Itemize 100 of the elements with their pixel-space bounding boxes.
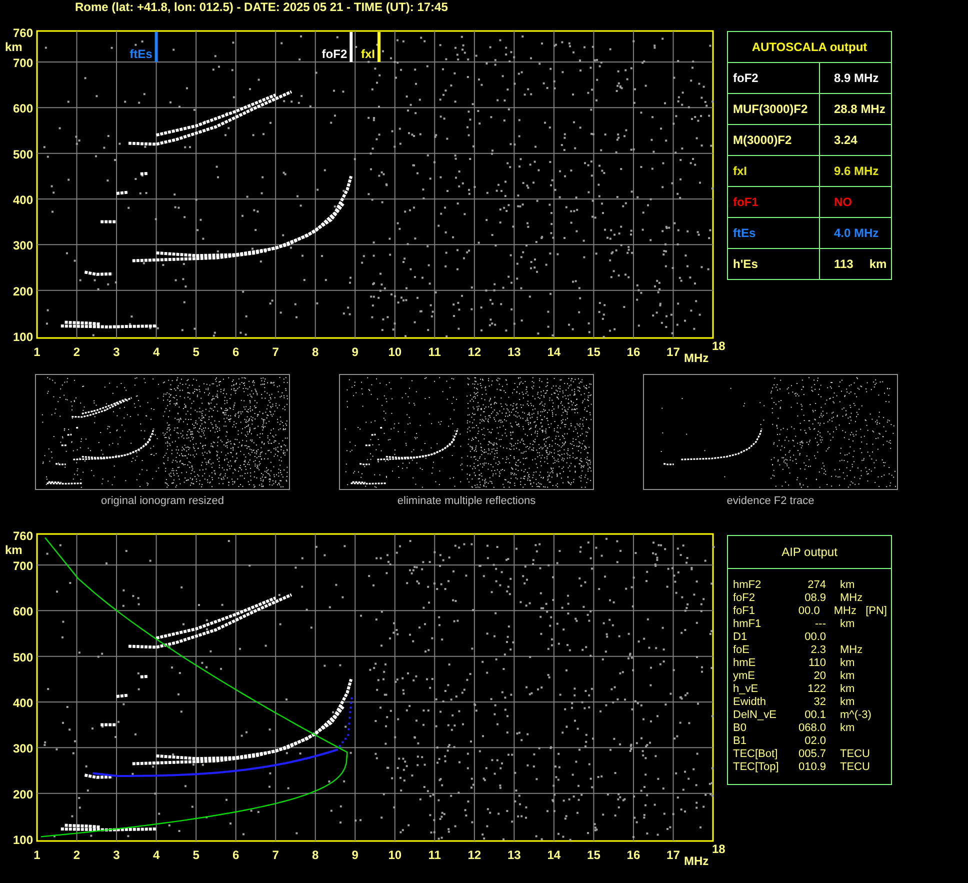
y-axis-label: 700 — [12, 559, 33, 573]
parameter-value: 08.9 — [804, 592, 827, 605]
parameter-name: hmF1 — [733, 618, 762, 631]
x-axis-label: 18 — [712, 339, 726, 353]
x-axis-label: 2 — [73, 345, 80, 359]
parameter-name: hmE — [733, 657, 757, 670]
panel-title: AIP output — [728, 536, 891, 569]
marker-label: ftEs — [130, 47, 152, 61]
table-cell: ftEs — [728, 218, 820, 248]
x-axis-label: 3 — [113, 848, 120, 862]
y-axis-label: 100 — [12, 833, 33, 847]
echo-trace — [100, 723, 116, 726]
y-axis-label: 200 — [12, 787, 33, 802]
parameter-unit: m^(-3) — [840, 709, 872, 722]
parameter-unit: MHz — [840, 644, 864, 657]
parameter-value: 110 — [807, 657, 827, 670]
x-axis-label: 6 — [232, 848, 240, 862]
y-axis-unit: km — [5, 543, 22, 557]
parameter-unit: km — [840, 579, 856, 592]
x-axis-label: 7 — [272, 345, 279, 359]
x-axis-label: 8 — [312, 848, 319, 862]
parameter-value: 32 — [812, 696, 827, 709]
parameter-unit: km — [840, 670, 856, 683]
parameter-name: B0 — [733, 722, 748, 735]
x-axis-label: 14 — [547, 848, 561, 862]
echo-trace — [84, 774, 113, 779]
x-axis-label: 15 — [587, 848, 600, 862]
table-cell: M(3000)F2 — [728, 125, 820, 155]
x-axis-label: 3 — [113, 345, 120, 359]
parameter-name: foF1 — [733, 605, 756, 618]
parameter-value: 00.0 — [797, 605, 821, 618]
parameter-value: 2.3 — [810, 644, 827, 657]
x-axis-label: 11 — [428, 345, 441, 359]
parameter-value: 20 — [812, 670, 827, 683]
x-axis-label: 10 — [388, 848, 402, 862]
parameter-name: D1 — [733, 631, 748, 644]
value-text: 8.9 MHz — [834, 71, 879, 85]
x-axis-label: 8 — [312, 345, 319, 359]
parameter-value: 005.7 — [797, 748, 827, 761]
parameter-unit: TECU — [840, 761, 871, 774]
parameter-unit: km — [840, 618, 856, 631]
x-axis-label: 1 — [34, 848, 40, 862]
x-axis-label: 18 — [712, 842, 726, 856]
parameter-name: TEC[Top] — [733, 761, 780, 774]
marker-label: foF2 — [322, 47, 348, 61]
parameter-value: 02.0 — [804, 735, 827, 748]
value-text: 113 — [834, 257, 854, 271]
parameter-name: ymE — [733, 670, 756, 683]
parameter-unit: MHz — [834, 605, 858, 618]
y-axis-label: 760 — [12, 529, 33, 543]
parameter-unit: km — [840, 683, 856, 696]
ionogram-title: Rome (lat: +41.8, lon: 012.5) - DATE: 2025 05 21 - TIME (UT): 17:45 — [74, 0, 448, 16]
x-axis-label: 6 — [232, 345, 240, 359]
y-axis-label: 400 — [12, 193, 33, 207]
parameter-name: hmF2 — [733, 579, 762, 592]
parameter-name: Ewidth — [733, 696, 768, 709]
y-axis-label: 300 — [12, 742, 33, 756]
parameter-name: B1 — [733, 735, 748, 748]
unit-text: km — [869, 257, 887, 271]
parameter-unit: TECU — [840, 748, 871, 761]
x-axis-label: 16 — [626, 848, 640, 862]
y-axis-label: 400 — [12, 696, 33, 710]
thumbnail-caption: original ionogram resized — [101, 495, 224, 507]
x-axis-unit: MHz — [684, 351, 709, 365]
echo-trace — [116, 190, 129, 195]
parameter-unit: km — [840, 657, 856, 670]
value-text: 4.0 MHz — [834, 226, 879, 240]
x-axis-label: 2 — [73, 848, 80, 862]
parameter-unit: km — [840, 722, 856, 735]
parameter-unit: MHz — [840, 592, 864, 605]
parameter-name: foF2 — [733, 592, 756, 605]
y-axis-label: 500 — [12, 147, 33, 162]
x-axis-label: 16 — [626, 345, 640, 359]
x-axis-label: 17 — [666, 848, 680, 862]
y-axis-label: 300 — [12, 238, 33, 253]
parameter-value: 274 — [806, 579, 827, 592]
x-axis-label: 11 — [428, 848, 441, 862]
thumbnail-caption: eliminate multiple reflections — [397, 495, 536, 507]
x-axis-label: 12 — [468, 345, 482, 359]
x-axis-label: 13 — [508, 848, 521, 862]
x-axis-unit: MHz — [684, 854, 709, 868]
parameter-value: --- — [814, 618, 827, 631]
x-axis-label: 13 — [508, 345, 521, 359]
parameter-value: 122 — [806, 683, 827, 696]
echo-trace — [84, 270, 113, 276]
parameter-note: [PN] — [866, 605, 887, 618]
x-axis-label: 4 — [152, 345, 160, 359]
x-axis-label: 4 — [152, 848, 160, 862]
x-axis-label: 5 — [192, 345, 200, 359]
table-cell: fxI — [728, 156, 820, 186]
table-cell: foF2 — [728, 63, 820, 93]
x-axis-label: 17 — [666, 345, 680, 359]
parameter-value: 00.1 — [804, 709, 827, 722]
x-axis-label: 9 — [352, 848, 358, 862]
x-axis-label: 1 — [34, 345, 40, 359]
table-cell: h'Es — [728, 249, 820, 279]
x-axis-label: 7 — [272, 848, 279, 862]
x-axis-label: 5 — [192, 848, 200, 862]
parameter-value: 00.0 — [804, 631, 827, 644]
table-cell: foF1 — [728, 187, 820, 217]
